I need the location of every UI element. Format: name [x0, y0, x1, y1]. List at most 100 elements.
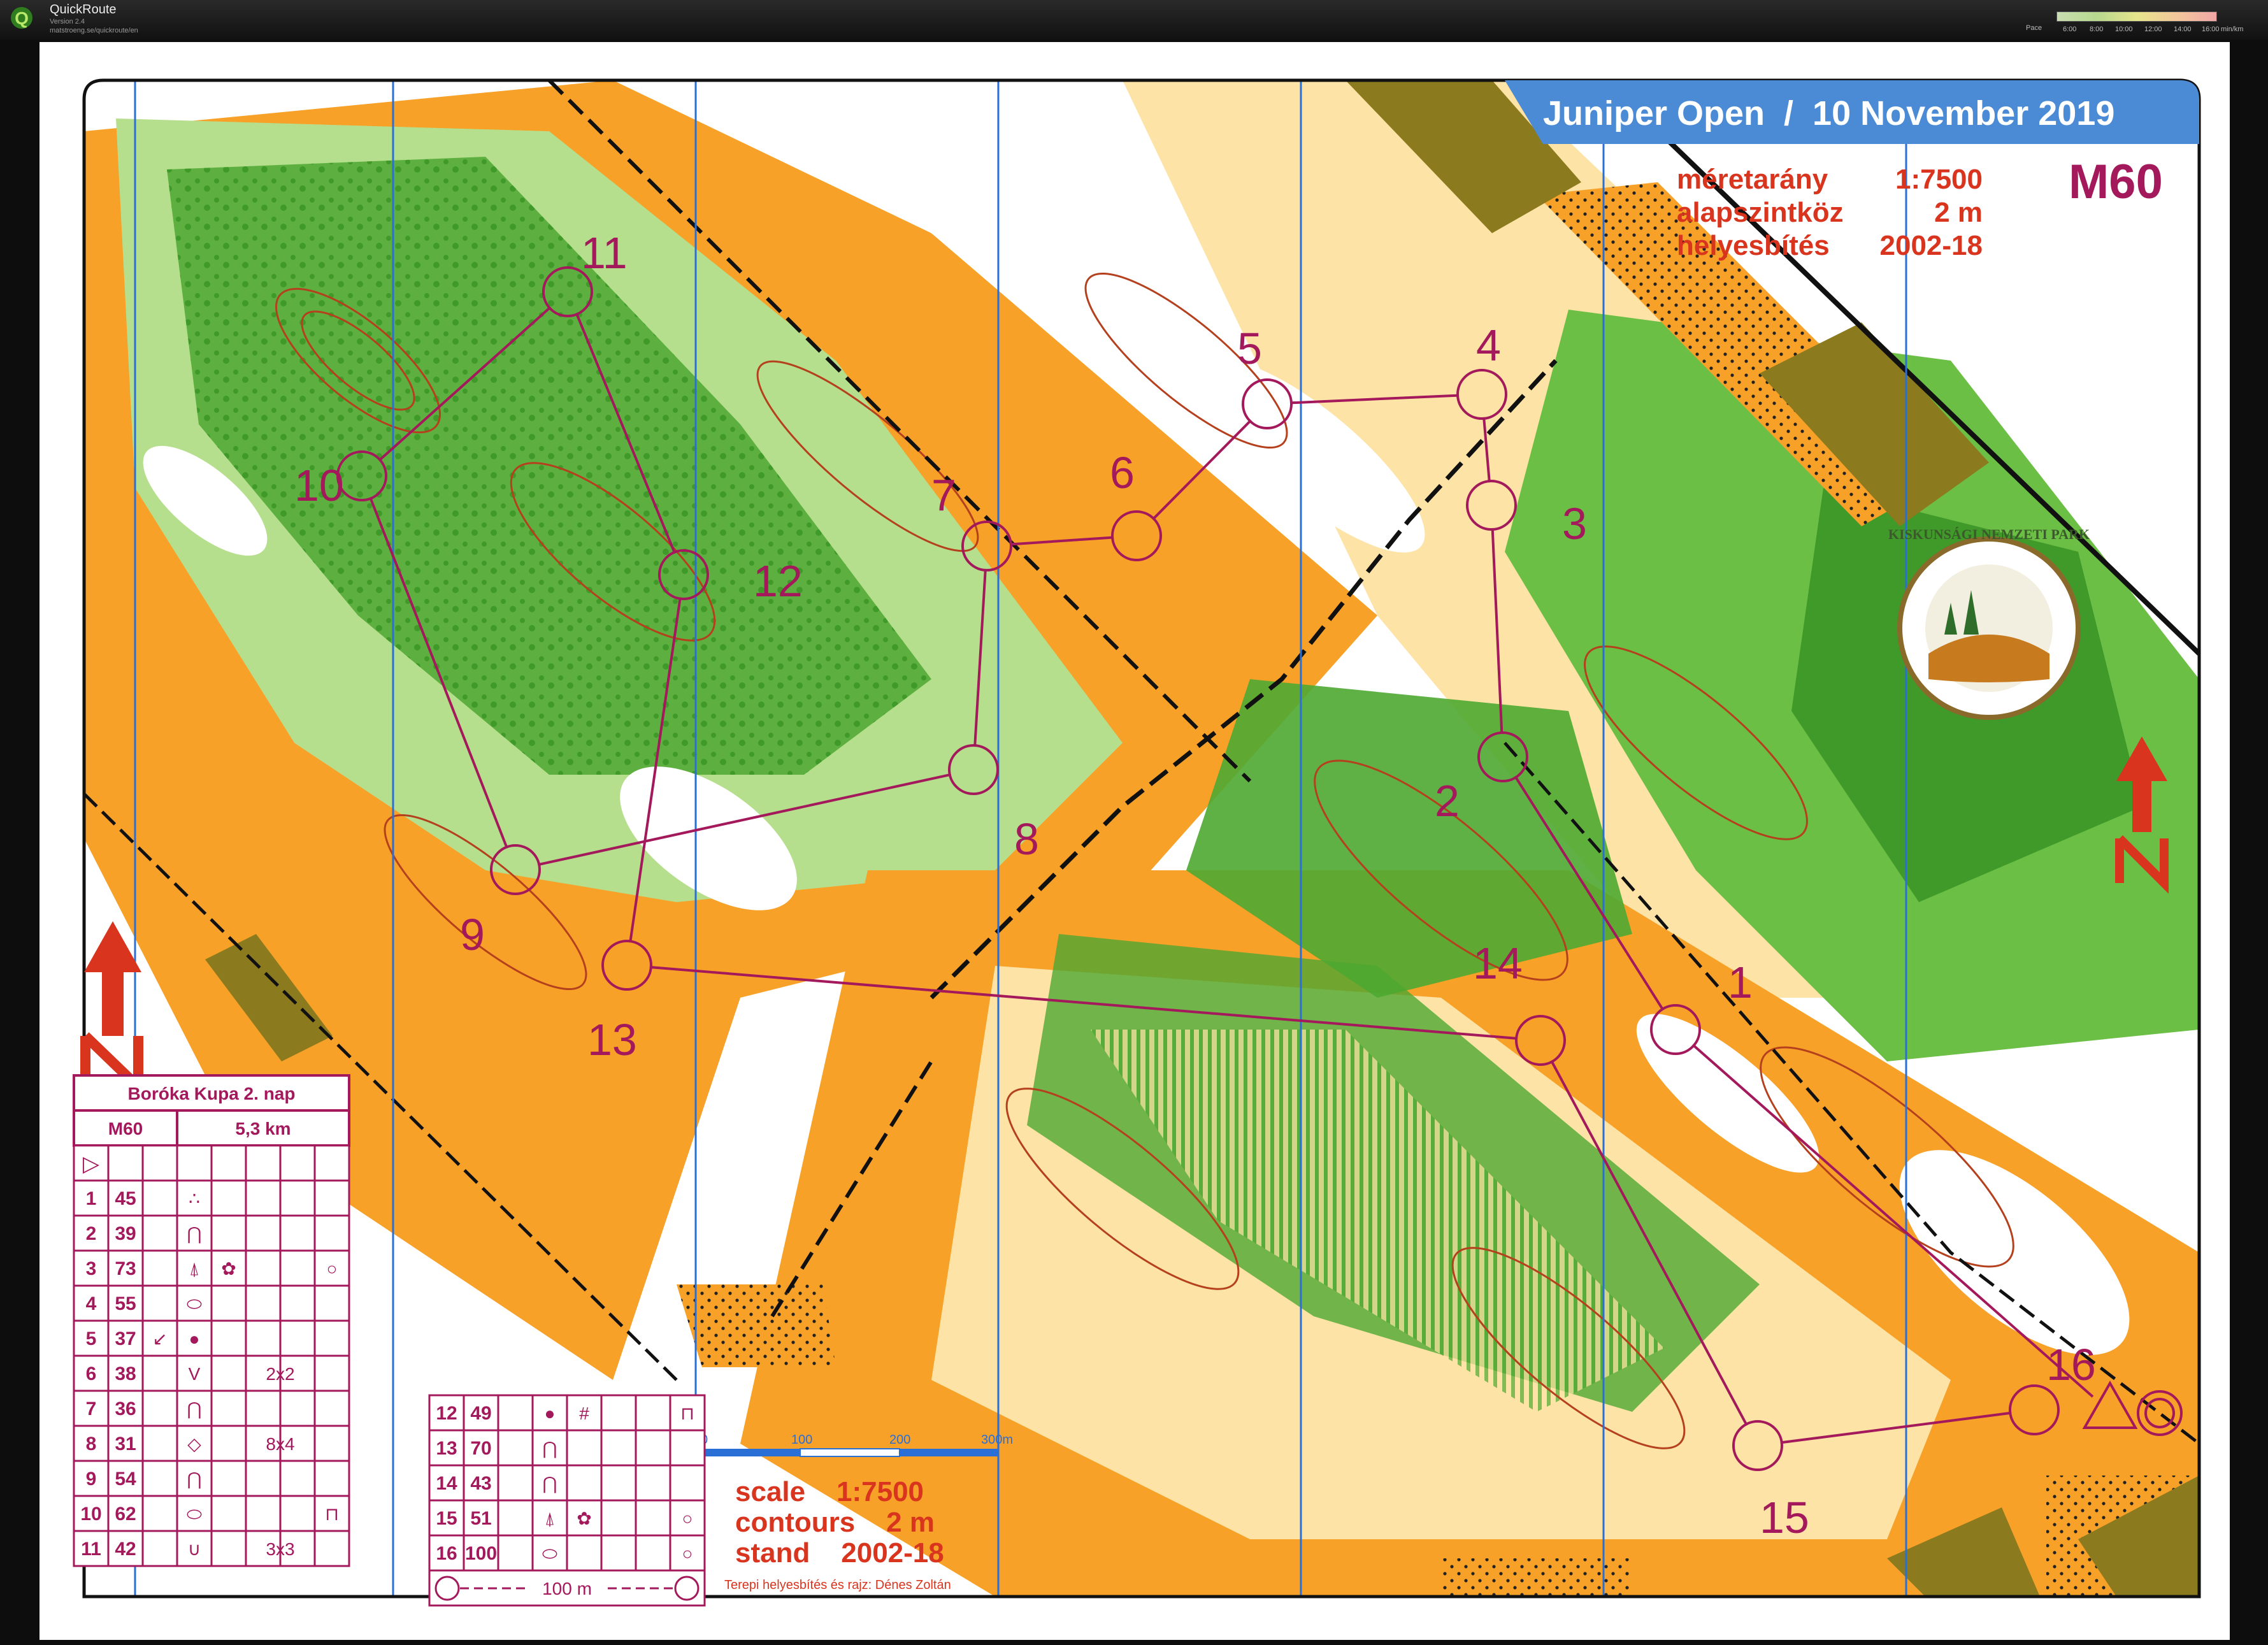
- desc-value: 42: [115, 1539, 136, 1560]
- desc-cell: [600, 1534, 637, 1572]
- desc-length: 5,3 km: [235, 1119, 291, 1139]
- desc-cell: [245, 1460, 282, 1497]
- app-name: QuickRoute: [50, 3, 117, 17]
- desc-value: ⋂: [187, 1399, 202, 1419]
- desc-cell: [245, 1144, 282, 1182]
- desc-cell: [600, 1394, 637, 1432]
- desc-cell: [313, 1214, 350, 1252]
- desc-cell: [600, 1464, 637, 1502]
- desc-value: 15: [436, 1508, 457, 1529]
- desc-value: ◇: [187, 1434, 201, 1454]
- desc-value: ⊓: [325, 1504, 339, 1524]
- desc-value: 4: [86, 1293, 97, 1314]
- app-url[interactable]: matstroeng.se/quickroute/en: [50, 27, 138, 34]
- desc-value: 37: [115, 1328, 136, 1349]
- desc-cell: [210, 1319, 247, 1357]
- desc-value: 2: [86, 1223, 97, 1244]
- park-logo-text: KISKUNSÁGI NEMZETI PARK: [1888, 526, 2090, 542]
- desc-finish-distance: 100 m: [542, 1579, 592, 1598]
- desc-value: ○: [327, 1259, 338, 1279]
- desc-value: ⋂: [187, 1469, 202, 1489]
- control-number: 8: [1014, 814, 1039, 864]
- desc-cell: [600, 1429, 637, 1467]
- desc-cell: [279, 1284, 316, 1322]
- desc-cell: [141, 1425, 178, 1462]
- class-name: M60: [2069, 155, 2163, 209]
- pace-tick: 14:00: [2174, 25, 2192, 33]
- desc-cell: [635, 1394, 671, 1432]
- desc-value: 73: [115, 1258, 136, 1279]
- desc-cell: [141, 1179, 178, 1217]
- desc-cell: [279, 1390, 316, 1427]
- desc-cell: [566, 1464, 603, 1502]
- desc-cell: [635, 1429, 671, 1467]
- desc-value: 39: [115, 1223, 136, 1244]
- desc-value: 45: [115, 1188, 136, 1209]
- desc-value: 16: [436, 1543, 457, 1564]
- desc-cell: [141, 1460, 178, 1497]
- desc-value: ⬭: [187, 1294, 202, 1314]
- desc-value: 12: [436, 1403, 457, 1424]
- desc-value: 43: [470, 1473, 491, 1494]
- desc-value: 9: [86, 1469, 97, 1490]
- orienteering-map[interactable]: Juniper Open / 10 November 2019 méretará…: [39, 42, 2230, 1640]
- desc-cell: [210, 1144, 247, 1182]
- desc-cell: [313, 1144, 350, 1182]
- desc-cell: [141, 1530, 178, 1567]
- desc-title: Boróka Kupa 2. nap: [128, 1084, 296, 1103]
- map-credit: Terepi helyesbítés és rajz: Dénes Zoltán: [724, 1578, 951, 1592]
- desc-value: V: [189, 1364, 201, 1384]
- desc-cell: [669, 1429, 706, 1467]
- desc-cell: [635, 1499, 671, 1537]
- desc-cell: [141, 1214, 178, 1252]
- pace-tick: 8:00: [2090, 25, 2104, 33]
- desc-cell: [313, 1284, 350, 1322]
- pace-unit: min/km: [2221, 25, 2244, 33]
- pace-tick: 12:00: [2144, 25, 2162, 33]
- desc-cell: [141, 1144, 178, 1182]
- desc-cell: [210, 1284, 247, 1322]
- svg-text:100: 100: [791, 1433, 812, 1447]
- control-number: 7: [931, 470, 956, 520]
- desc-cell: [313, 1319, 350, 1357]
- desc-cell: [279, 1495, 316, 1532]
- desc-value: ⋂: [543, 1474, 557, 1493]
- desc-value: 14: [436, 1473, 457, 1494]
- contour-label: alapszintköz: [1677, 197, 1844, 228]
- desc-value: 49: [470, 1403, 491, 1424]
- map-canvas[interactable]: Juniper Open / 10 November 2019 méretará…: [39, 42, 2230, 1640]
- desc-value: ○: [682, 1544, 693, 1563]
- pace-tick: 16:00: [2202, 25, 2220, 33]
- event-title: Juniper Open / 10 November 2019: [1543, 94, 2114, 133]
- desc-cell: [245, 1214, 282, 1252]
- desc-cell: [497, 1429, 534, 1467]
- desc-cell: [279, 1179, 316, 1217]
- control-number: 9: [460, 910, 485, 959]
- desc-cell: [313, 1179, 350, 1217]
- desc-cell: [497, 1394, 534, 1432]
- control-number: 16: [2046, 1340, 2096, 1390]
- desc-cell: [245, 1179, 282, 1217]
- desc-cell: [141, 1390, 178, 1427]
- desc-class: M60: [108, 1119, 143, 1139]
- desc-cell: [313, 1530, 350, 1567]
- contour-value: 2 m: [1934, 197, 1983, 228]
- app-titlebar: Q QuickRoute Version 2.4 matstroeng.se/q…: [0, 0, 2268, 40]
- desc-value: ⍋: [189, 1259, 200, 1279]
- desc-cell: [313, 1390, 350, 1427]
- desc-cell: [210, 1495, 247, 1532]
- desc-value: 6: [86, 1363, 97, 1384]
- desc-value: 36: [115, 1398, 136, 1419]
- svg-text:300m: 300m: [981, 1433, 1013, 1447]
- scale-value: 1:7500: [1895, 164, 1983, 195]
- stand-line: stand 2002-18: [735, 1537, 944, 1569]
- desc-value: 2x2: [266, 1364, 294, 1384]
- desc-cell: [566, 1534, 603, 1572]
- desc-cell: [245, 1319, 282, 1357]
- control-number: 1: [1728, 958, 1753, 1007]
- start-symbol: ▷: [83, 1152, 100, 1176]
- desc-value: ⍋: [545, 1509, 556, 1528]
- desc-value: 100: [465, 1543, 497, 1564]
- desc-value: 31: [115, 1433, 136, 1455]
- desc-cell: [566, 1429, 603, 1467]
